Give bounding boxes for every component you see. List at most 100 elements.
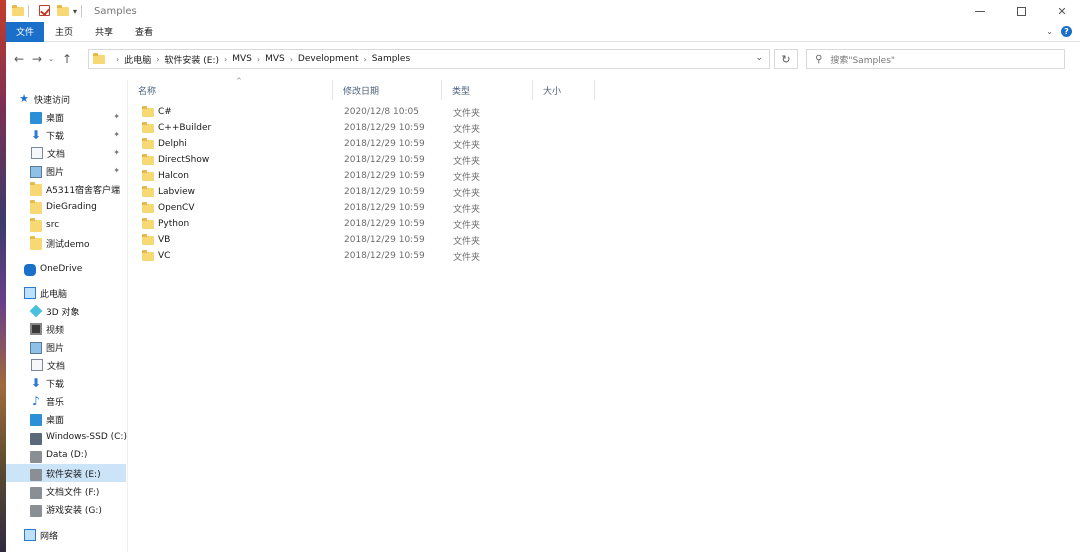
sidebar-item-drive-d[interactable]: Data (D:)	[6, 446, 126, 464]
breadcrumb-samples[interactable]: Samples	[372, 54, 410, 64]
table-row[interactable]: C++Builder 2018/12/29 10:59 文件夹	[128, 120, 728, 136]
sidebar-item-videos[interactable]: 视频	[6, 320, 126, 338]
file-type: 文件夹	[453, 140, 481, 151]
tab-share[interactable]: 共享	[84, 22, 124, 42]
table-row[interactable]: C# 2020/12/8 10:05 文件夹	[128, 104, 728, 120]
pin-icon: ✦	[113, 148, 120, 157]
breadcrumb-this-pc[interactable]: 此电脑	[124, 53, 151, 66]
file-name: C#	[158, 107, 172, 117]
file-list: 名称 ^ 修改日期 类型 大小 C# 2020/12/8 10:05 文件夹 C…	[128, 77, 1080, 552]
folder-icon	[30, 182, 42, 196]
sidebar-item-desktop[interactable]: 桌面 ✦	[6, 108, 126, 126]
column-header-type[interactable]: 类型	[442, 80, 533, 100]
sidebar-item-a5311[interactable]: A5311宿舍客户端	[6, 180, 126, 198]
file-name: VC	[158, 251, 171, 261]
sidebar-item-diegrading[interactable]: DieGrading	[6, 198, 126, 216]
address-bar[interactable]: › 此电脑 › 软件安装 (E:) › MVS › MVS › Developm…	[88, 49, 770, 69]
sidebar-item-test-demo[interactable]: 测试demo	[6, 234, 126, 252]
breadcrumb-drive-e[interactable]: 软件安装 (E:)	[164, 53, 219, 66]
maximize-button[interactable]	[1003, 0, 1039, 22]
column-header-label: 修改日期	[343, 86, 380, 97]
sidebar-item-onedrive[interactable]: OneDrive	[6, 260, 126, 278]
new-folder-icon[interactable]	[57, 5, 69, 17]
table-row[interactable]: Python 2018/12/29 10:59 文件夹	[128, 216, 728, 232]
modified-date: 2018/12/29 10:59	[344, 203, 425, 213]
column-header-name[interactable]: 名称	[128, 80, 333, 100]
sidebar-item-pictures-pc[interactable]: 图片	[6, 338, 126, 356]
properties-icon[interactable]	[39, 5, 51, 17]
table-row[interactable]: Delphi 2018/12/29 10:59 文件夹	[128, 136, 728, 152]
sidebar-item-drive-f[interactable]: 文档文件 (F:)	[6, 482, 126, 500]
divider	[28, 5, 29, 17]
breadcrumb-separator-icon[interactable]: ›	[224, 55, 227, 64]
sidebar-item-downloads[interactable]: ⬇ 下载 ✦	[6, 126, 126, 144]
sidebar-item-quick-access[interactable]: ★ 快速访问	[6, 90, 126, 108]
back-button[interactable]: ←	[10, 50, 28, 68]
column-header-size[interactable]: 大小	[533, 80, 595, 100]
sidebar-item-documents-pc[interactable]: 文档	[6, 356, 126, 374]
expand-ribbon-icon[interactable]: ⌄	[1046, 27, 1053, 36]
chevron-down-icon[interactable]: ⌄	[755, 53, 763, 63]
folder-icon	[30, 200, 42, 214]
up-button[interactable]: ↑	[58, 50, 76, 68]
column-header-date[interactable]: 修改日期	[333, 80, 442, 100]
folder-icon	[142, 234, 154, 245]
divider	[81, 5, 83, 17]
sidebar-item-label: 图片	[46, 343, 65, 354]
file-type: 文件夹	[453, 220, 481, 231]
breadcrumb-separator-icon[interactable]: ›	[156, 55, 159, 64]
recent-locations-button[interactable]: ⌄	[46, 50, 56, 68]
tab-file[interactable]: 文件	[6, 21, 45, 42]
sidebar-item-3d-objects[interactable]: 3D 对象	[6, 302, 126, 320]
video-icon	[30, 323, 42, 335]
tab-home[interactable]: 主页	[44, 22, 84, 42]
breadcrumb-mvs-sub[interactable]: MVS	[265, 54, 285, 64]
forward-button[interactable]: →	[28, 50, 46, 68]
breadcrumb-development[interactable]: Development	[298, 54, 359, 64]
sidebar-item-drive-c[interactable]: Windows-SSD (C:)	[6, 428, 127, 446]
sidebar-item-label: 软件安装 (E:)	[46, 469, 101, 480]
sidebar-item-pictures[interactable]: 图片 ✦	[6, 162, 126, 180]
table-row[interactable]: VB 2018/12/29 10:59 文件夹	[128, 232, 728, 248]
search-placeholder: 搜索"Samples"	[830, 55, 896, 66]
sidebar-item-label: 视频	[46, 325, 65, 336]
sidebar-item-network[interactable]: 网络	[6, 526, 126, 544]
sidebar-item-drive-g[interactable]: 游戏安装 (G:)	[6, 500, 126, 518]
folder-icon	[142, 202, 154, 213]
sidebar-item-music[interactable]: ♪ 音乐	[6, 392, 126, 410]
pin-icon: ✦	[113, 112, 120, 121]
sidebar-item-desktop-pc[interactable]: 桌面	[6, 410, 126, 428]
help-icon[interactable]: ?	[1061, 26, 1072, 37]
file-type: 文件夹	[453, 108, 481, 119]
minimize-button[interactable]	[962, 0, 998, 22]
breadcrumb-separator-icon[interactable]: ›	[364, 55, 367, 64]
sidebar-item-label: 此电脑	[40, 289, 68, 300]
breadcrumb-mvs[interactable]: MVS	[232, 54, 252, 64]
modified-date: 2018/12/29 10:59	[344, 123, 425, 133]
refresh-button[interactable]: ↻	[774, 49, 798, 69]
table-row[interactable]: Halcon 2018/12/29 10:59 文件夹	[128, 168, 728, 184]
tab-view[interactable]: 查看	[124, 22, 164, 42]
table-row[interactable]: OpenCV 2018/12/29 10:59 文件夹	[128, 200, 728, 216]
desktop-icon	[30, 413, 42, 426]
folder-icon[interactable]	[12, 5, 24, 17]
breadcrumb-separator-icon[interactable]: ›	[290, 55, 293, 64]
quick-access-dropdown-icon[interactable]: ▾	[73, 7, 77, 16]
folder-icon	[142, 186, 154, 197]
sidebar-item-drive-e[interactable]: 软件安装 (E:)	[6, 464, 126, 482]
sidebar-item-this-pc[interactable]: 此电脑	[6, 284, 126, 302]
sidebar-item-src[interactable]: src	[6, 216, 126, 234]
breadcrumb-separator-icon[interactable]: ›	[257, 55, 260, 64]
modified-date: 2018/12/29 10:59	[344, 139, 425, 149]
drive-icon	[30, 505, 42, 517]
table-row[interactable]: Labview 2018/12/29 10:59 文件夹	[128, 184, 728, 200]
close-button[interactable]: ✕	[1044, 0, 1080, 22]
sidebar-item-downloads-pc[interactable]: ⬇ 下载	[6, 374, 126, 392]
computer-icon	[24, 287, 36, 299]
table-row[interactable]: DirectShow 2018/12/29 10:59 文件夹	[128, 152, 728, 168]
table-row[interactable]: VC 2018/12/29 10:59 文件夹	[128, 248, 728, 264]
sidebar-item-documents[interactable]: 文档 ✦	[6, 144, 126, 162]
search-input[interactable]: ⚲ 搜索"Samples"	[806, 49, 1065, 69]
navigation-bar: ← → ⌄ ↑ › 此电脑 › 软件安装 (E:) › MVS › MVS › …	[6, 44, 1080, 74]
ribbon-tabs: 文件 主页 共享 查看 ⌄ ?	[6, 21, 1080, 42]
